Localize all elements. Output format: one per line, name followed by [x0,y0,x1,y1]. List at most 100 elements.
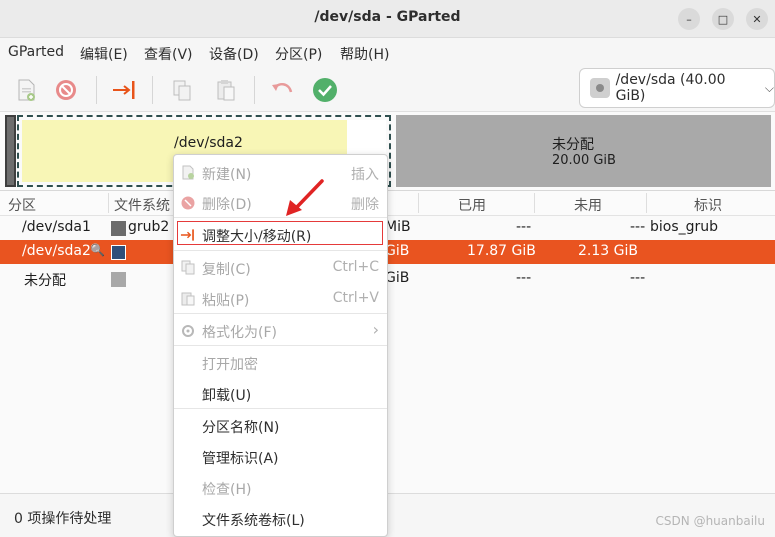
menu-item-label: 新建(N) [202,167,252,183]
close-icon: ✕ [752,12,762,26]
column-separator [534,193,535,213]
maximize-button[interactable]: □ [712,8,734,30]
row-used: --- [516,270,532,286]
undo-button[interactable] [268,76,296,104]
menu-separator [174,250,387,251]
sda2-map-label: /dev/sda2 [174,135,243,151]
menu-item-label: 卸载(U) [202,388,252,404]
new-partition-button[interactable] [12,76,40,104]
apply-icon [313,78,337,102]
resize-move-icon [113,81,135,99]
row-unused: --- [630,270,646,286]
paste-button[interactable] [212,76,240,104]
menu-item-label: 文件系统卷标(L) [202,513,305,529]
unallocated-map-size: 20.00 GiB [552,153,616,168]
menu-item-manage-flags[interactable]: 管理标识(A) [174,442,387,470]
delete-icon [180,195,195,210]
annotation-highlight-box [177,221,383,245]
resize-move-button[interactable] [110,76,138,104]
column-header-partition[interactable]: 分区 [8,195,36,215]
annotation-arrow-icon [286,179,324,216]
unallocated-map-label: 未分配 [552,137,594,153]
menu-item-accelerator: Ctrl+V [332,290,379,306]
menu-item-unmount[interactable]: 卸载(U) [174,379,387,407]
toolbar-separator [152,76,153,104]
delete-button[interactable] [52,76,80,104]
chevron-down-icon: ⌵ [764,80,774,95]
row-unused: --- [630,219,646,235]
menu-gparted[interactable]: GParted [8,44,64,60]
disk-segment-unallocated[interactable]: 未分配 20.00 GiB [396,115,771,187]
delete-icon [56,80,76,100]
row-size: GiB [385,270,410,286]
menu-separator [174,345,387,346]
toolbar-separator [96,76,97,104]
menu-item-partition-name[interactable]: 分区名称(N) [174,411,387,439]
toolbar-separator [254,76,255,104]
menu-item-accelerator: 插入 [351,167,379,183]
new-partition-icon [180,165,195,180]
column-separator [646,193,647,213]
window-title: /dev/sda - GParted [314,9,461,25]
new-partition-icon [18,79,35,101]
toolbar: /dev/sda (40.00 GiB) ⌵ [0,68,775,112]
pending-operations-status: 0 项操作待处理 [14,511,112,527]
device-selector[interactable]: /dev/sda (40.00 GiB) ⌵ [579,68,775,108]
menu-item-label: 检查(H) [202,482,252,498]
menu-item-label: 管理标识(A) [202,451,279,467]
close-button[interactable]: ✕ [746,8,768,30]
menu-view[interactable]: 查看(V) [144,44,193,64]
menu-item-label: 复制(C) [202,262,251,278]
menu-device[interactable]: 设备(D) [209,44,259,64]
copy-icon [173,80,191,101]
row-size: MiB [385,219,411,235]
minimize-icon: – [686,12,692,26]
filesystem-color-swatch [111,245,126,260]
submenu-arrow-icon: › [372,320,379,339]
row-used: 17.87 GiB [467,243,536,259]
menu-item-label: 分区名称(N) [202,420,280,436]
menu-item-check[interactable]: 检查(H) [174,473,387,501]
column-separator [108,193,109,213]
row-partition: /dev/sda1 [22,219,91,235]
maximize-icon: □ [717,12,729,26]
row-used: --- [516,219,532,235]
menu-item-label: 粘贴(P) [202,293,250,309]
column-header-used[interactable]: 已用 [458,195,486,215]
menu-separator [174,408,387,409]
copy-button[interactable] [168,76,196,104]
apply-button[interactable] [311,76,339,104]
filesystem-color-swatch [111,221,126,236]
copy-icon [180,260,195,275]
filesystem-color-swatch [111,272,126,287]
menu-item-paste[interactable]: 粘贴(P) Ctrl+V [174,284,387,312]
column-header-filesystem[interactable]: 文件系统 [114,195,170,215]
menu-item-label: 格式化为(F) [202,325,277,341]
menu-item-format-as[interactable]: 格式化为(F) › [174,316,387,344]
menu-item-filesystem-label[interactable]: 文件系统卷标(L) [174,504,387,532]
disk-segment-sda1[interactable] [5,115,16,187]
row-flags: bios_grub [650,219,719,235]
column-header-unused[interactable]: 未用 [574,195,602,215]
minimize-button[interactable]: – [678,8,700,30]
menu-separator [174,313,387,314]
menu-edit[interactable]: 编辑(E) [80,44,128,64]
menu-item-label: 打开加密 [202,357,258,373]
menu-partition[interactable]: 分区(P) [275,44,322,64]
row-partition: 未分配 [24,273,66,289]
menu-help[interactable]: 帮助(H) [340,44,389,64]
title-bar: /dev/sda - GParted – □ ✕ [0,0,775,38]
key-icon: 🔍 [90,243,105,257]
row-unused: 2.13 GiB [578,243,638,259]
menu-bar: GParted 编辑(E) 查看(V) 设备(D) 分区(P) 帮助(H) [0,38,775,68]
watermark: CSDN @huanbailu [655,514,765,528]
menu-item-label: 删除(D) [202,197,252,213]
menu-item-open-encryption[interactable]: 打开加密 [174,348,387,376]
menu-item-accelerator: Ctrl+C [332,259,379,275]
menu-item-accelerator: 删除 [351,197,379,213]
column-separator [418,193,419,213]
column-header-flags[interactable]: 标识 [694,195,722,215]
menu-item-copy[interactable]: 复制(C) Ctrl+C [174,253,387,281]
row-partition: /dev/sda2 [22,243,91,259]
disk-icon [590,78,610,98]
